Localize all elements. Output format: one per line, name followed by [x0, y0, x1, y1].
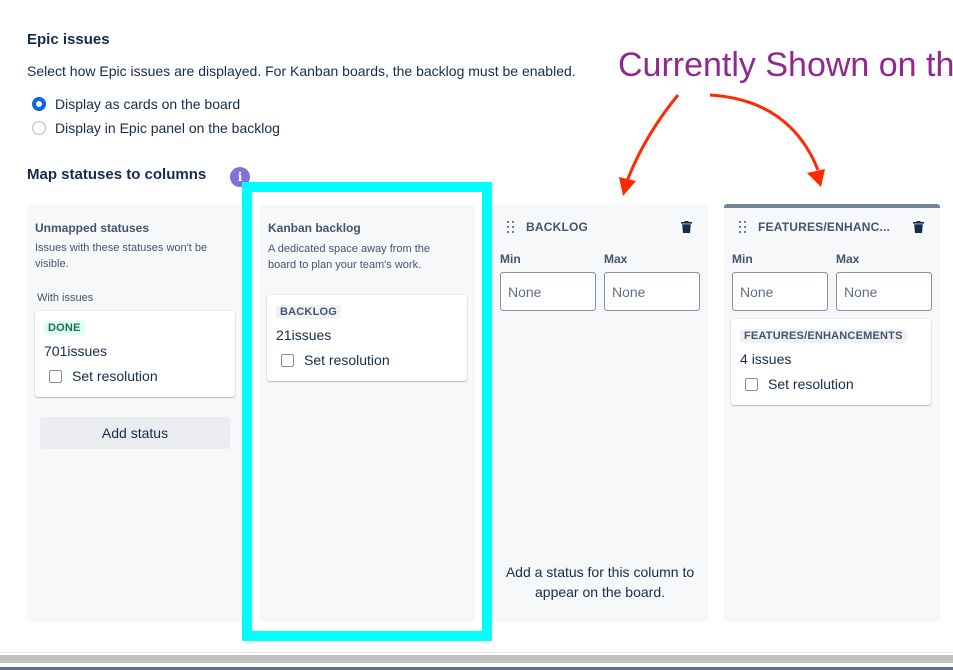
- column-subtitle: Issues with these statuses won't be visi…: [35, 242, 208, 270]
- max-label: Max: [604, 252, 628, 266]
- min-input[interactable]: [500, 272, 596, 311]
- horizontal-scrollbar[interactable]: [0, 655, 953, 663]
- radio-display-in-epic-panel[interactable]: Display in Epic panel on the backlog: [32, 120, 280, 136]
- min-label: Min: [732, 252, 753, 266]
- checkbox-icon[interactable]: [745, 377, 758, 391]
- arrow-left-head-icon: [619, 177, 636, 196]
- unmapped-statuses-column: Unmapped statuses Issues with these stat…: [27, 204, 242, 622]
- status-card-backlog[interactable]: BACKLOG 21issues Set resolution: [267, 295, 467, 381]
- kanban-backlog-column: Kanban backlog A dedicated space away fr…: [260, 205, 475, 622]
- epic-issues-heading: Epic issues: [27, 31, 110, 48]
- radio-label: Display in Epic panel on the backlog: [55, 120, 280, 136]
- column-title: Unmapped statuses: [35, 221, 150, 235]
- with-issues-label: With issues: [37, 292, 94, 304]
- info-icon[interactable]: i: [230, 167, 250, 187]
- status-lozenge: FEATURES/ENHANCEMENTS: [740, 329, 907, 343]
- column-top-bar: [724, 204, 940, 208]
- set-resolution-label: Set resolution: [768, 376, 854, 392]
- status-card-features-enhancements[interactable]: FEATURES/ENHANCEMENTS 4 issues Set resol…: [731, 319, 931, 405]
- radio-unchecked-icon[interactable]: [32, 121, 46, 135]
- annotation-arrows: [619, 93, 825, 196]
- column-title: Kanban backlog: [268, 221, 361, 235]
- radio-label: Display as cards on the board: [55, 96, 241, 112]
- trash-icon[interactable]: [913, 221, 924, 233]
- status-card-done[interactable]: DONE 701issues Set resolution: [35, 311, 235, 397]
- max-input[interactable]: [836, 272, 932, 311]
- column-title[interactable]: FEATURES/ENHANC...: [758, 220, 890, 234]
- radio-display-as-cards[interactable]: Display as cards on the board: [32, 96, 240, 112]
- add-status-button[interactable]: Add status: [40, 417, 230, 449]
- drag-handle-icon[interactable]: [507, 221, 515, 233]
- issue-count: 21issues: [276, 327, 332, 343]
- status-lozenge: BACKLOG: [276, 305, 342, 319]
- epic-issues-description: Select how Epic issues are displayed. Fo…: [27, 63, 576, 79]
- set-resolution-label: Set resolution: [72, 368, 158, 384]
- issue-count: 701issues: [44, 343, 108, 359]
- checkbox-icon[interactable]: [281, 353, 294, 367]
- max-input[interactable]: [604, 272, 700, 311]
- board-column-backlog[interactable]: BACKLOG Min Max Add a status for this co…: [492, 204, 708, 622]
- arrow-left: [625, 94, 680, 182]
- status-lozenge: DONE: [44, 321, 85, 335]
- issue-count: 4 issues: [740, 351, 792, 367]
- column-header: FEATURES/ENHANC...: [724, 218, 940, 238]
- radio-checked-icon[interactable]: [32, 97, 46, 111]
- column-title[interactable]: BACKLOG: [526, 220, 588, 234]
- column-header: BACKLOG: [492, 218, 708, 238]
- set-resolution-checkbox[interactable]: Set resolution: [281, 352, 390, 368]
- arrow-right-head-icon: [807, 169, 825, 187]
- divider: [0, 652, 953, 653]
- checkbox-icon[interactable]: [49, 369, 62, 383]
- map-statuses-heading: Map statuses to columns: [27, 166, 207, 183]
- set-resolution-checkbox[interactable]: Set resolution: [49, 368, 158, 384]
- column-subtitle: A dedicated space away from the board to…: [268, 243, 431, 271]
- min-label: Min: [500, 252, 521, 266]
- board-column-features-enhancements[interactable]: FEATURES/ENHANC... Min Max FEATURES/ENHA…: [724, 204, 940, 622]
- empty-column-message: Add a status for this column to appear o…: [505, 564, 695, 600]
- drag-handle-icon[interactable]: [739, 221, 747, 233]
- min-input[interactable]: [732, 272, 828, 311]
- arrow-right: [709, 93, 820, 171]
- set-resolution-label: Set resolution: [304, 352, 390, 368]
- annotation-text: Currently Shown on the: [618, 46, 953, 84]
- set-resolution-checkbox[interactable]: Set resolution: [745, 376, 854, 392]
- max-label: Max: [836, 252, 860, 266]
- trash-icon[interactable]: [681, 221, 692, 233]
